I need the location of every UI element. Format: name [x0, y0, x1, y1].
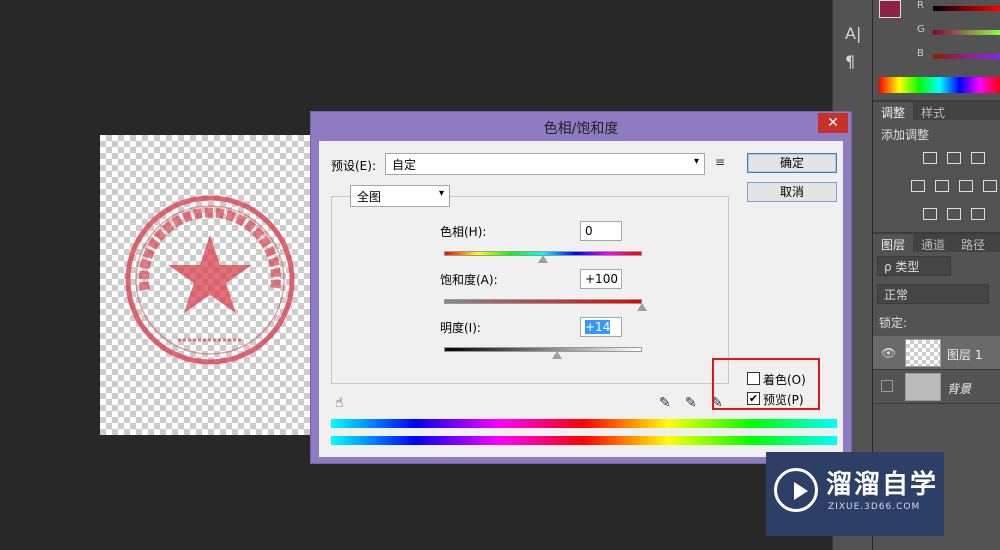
paragraph-panel-icon[interactable]: ¶	[845, 52, 855, 71]
saturation-slider[interactable]	[444, 299, 642, 304]
ok-button[interactable]: 确定	[747, 153, 837, 173]
preset-select[interactable]: 自定 ▾	[385, 153, 705, 175]
document-canvas[interactable]	[100, 135, 312, 435]
hue-input[interactable]: 0	[580, 221, 622, 241]
eyedropper-plus-icon[interactable]: ✎	[685, 395, 697, 411]
layer-filter-select[interactable]: ρ 类型	[877, 256, 951, 276]
red-seal-image	[125, 195, 295, 365]
play-logo-icon	[774, 468, 818, 512]
adjustments-panel: 调整 样式 添加调整	[873, 100, 1000, 232]
channel-b-label: B	[917, 48, 924, 59]
hue-label: 色相(H):	[440, 225, 487, 239]
gradient-map-icon[interactable]	[971, 208, 985, 220]
preset-value: 自定	[392, 158, 417, 172]
lock-label: 锁定:	[879, 316, 908, 330]
preset-label: 预设(E):	[331, 159, 376, 173]
balance-scale-icon[interactable]	[935, 180, 949, 192]
chevron-down-icon: ▾	[438, 188, 444, 199]
tab-styles[interactable]: 样式	[913, 102, 953, 120]
hue-saturation-dialog: 色相/饱和度 ✕ 预设(E): 自定 ▾ ≡ 确定 取消 全图 ▾ 色相(H):…	[310, 111, 852, 464]
tab-channels[interactable]: 通道	[913, 234, 953, 252]
result-color-bar	[331, 436, 837, 445]
posterize-icon[interactable]	[947, 208, 961, 220]
source-color-bar	[331, 419, 837, 428]
saturation-input[interactable]: +100	[580, 269, 622, 289]
color-spectrum[interactable]	[879, 77, 1000, 93]
highlight-annotation-box	[712, 358, 820, 410]
hue-slider-thumb[interactable]	[538, 255, 548, 263]
adjustments-group: 全图 ▾ 色相(H): 0 饱和度(A): +100 明度(I): +14	[331, 185, 729, 384]
eyedropper-icon[interactable]: ✎	[659, 395, 671, 411]
foreground-color-swatch[interactable]	[879, 0, 901, 18]
color-balance-icon[interactable]	[911, 180, 925, 192]
curves-icon[interactable]	[971, 152, 985, 164]
close-button[interactable]: ✕	[818, 113, 848, 133]
levels-icon[interactable]	[947, 152, 961, 164]
chevron-down-icon: ▾	[693, 156, 699, 167]
lightness-label: 明度(I):	[440, 321, 481, 335]
layer-row-1[interactable]: 👁 图层 1	[873, 336, 1000, 370]
visibility-toggle[interactable]	[881, 380, 893, 392]
watermark-title: 溜溜自学	[826, 470, 939, 500]
layer-thumbnail	[905, 339, 941, 367]
eye-icon[interactable]: 👁	[881, 346, 896, 360]
layer-thumbnail	[905, 373, 941, 401]
lightness-slider-thumb[interactable]	[551, 351, 562, 359]
brightness-icon[interactable]	[923, 152, 937, 164]
watermark-logo: 溜溜自学 ZIXUE.3D66.COM	[766, 452, 944, 536]
tab-adjustments[interactable]: 调整	[873, 102, 914, 120]
saturation-label: 饱和度(A):	[440, 273, 498, 287]
channel-value: 全图	[357, 190, 382, 204]
preset-options-icon[interactable]: ≡	[715, 155, 725, 169]
tab-paths[interactable]: 路径	[953, 234, 993, 252]
layer-name: 图层 1	[947, 348, 983, 362]
lightness-slider[interactable]	[444, 347, 642, 352]
channel-g-label: G	[917, 24, 925, 35]
tab-layers[interactable]: 图层	[873, 234, 914, 252]
dialog-title: 色相/饱和度	[543, 121, 619, 137]
targeted-adjustment-hand-icon[interactable]: ☝	[335, 395, 344, 411]
color-panel: R G B	[873, 0, 1000, 100]
channel-b-slider[interactable]	[933, 54, 1000, 59]
saturation-slider-thumb[interactable]	[637, 303, 647, 311]
channel-r-label: R	[917, 0, 924, 11]
layer-row-background[interactable]: 背景	[873, 370, 1000, 404]
dialog-title-bar[interactable]: 色相/饱和度 ✕	[311, 112, 851, 141]
channel-r-slider[interactable]	[933, 6, 1000, 11]
blend-mode-select[interactable]: 正常	[877, 284, 989, 304]
channel-g-slider[interactable]	[933, 30, 1000, 35]
layer-name: 背景	[947, 382, 972, 396]
character-panel-icon[interactable]: A|	[845, 24, 861, 43]
lightness-input[interactable]: +14	[580, 317, 622, 337]
cancel-button[interactable]: 取消	[747, 182, 837, 202]
watermark-subtitle: ZIXUE.3D66.COM	[828, 502, 921, 512]
channel-select[interactable]: 全图 ▾	[350, 185, 450, 207]
adjustments-title: 添加调整	[881, 128, 930, 142]
invert-icon[interactable]	[923, 208, 937, 220]
photo-filter-icon[interactable]	[983, 180, 997, 192]
black-white-icon[interactable]	[959, 180, 973, 192]
